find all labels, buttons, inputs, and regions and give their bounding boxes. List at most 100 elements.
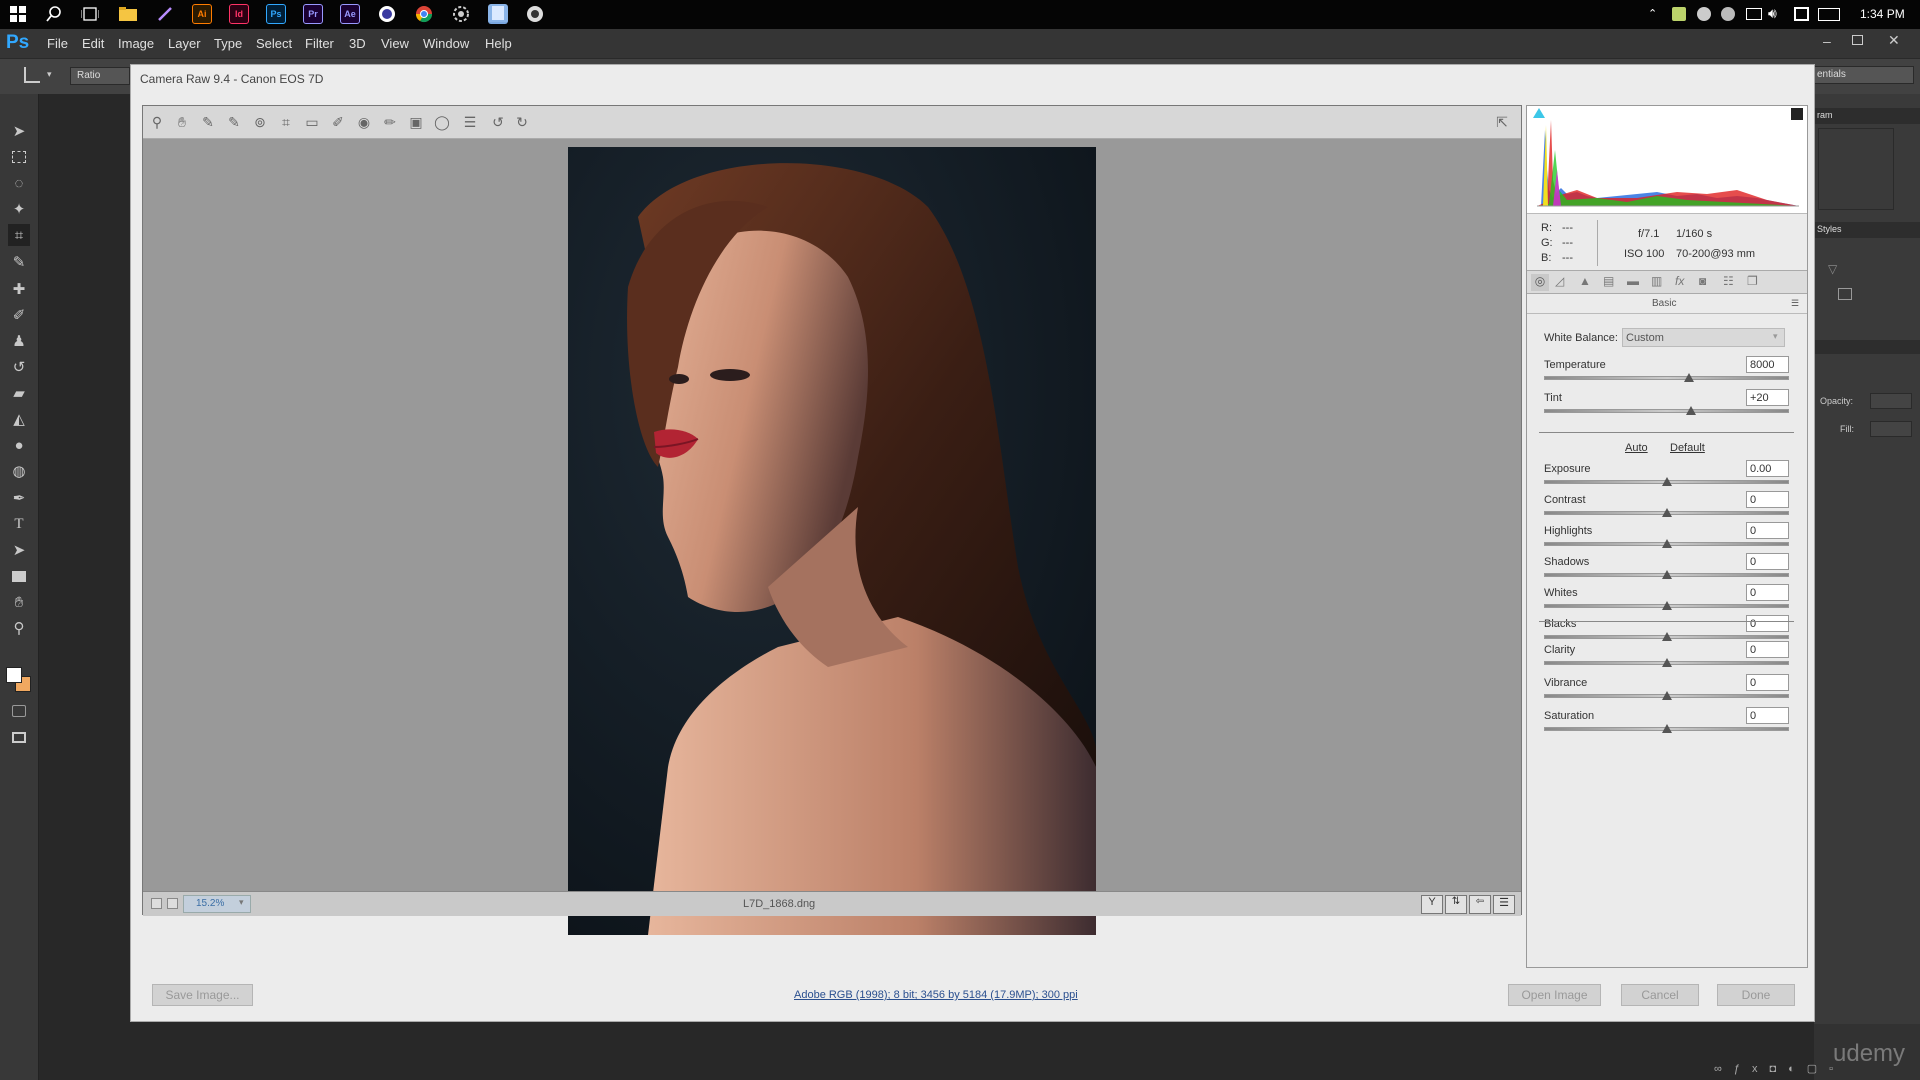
eyedropper-tool-icon[interactable]: ✎ <box>8 251 30 273</box>
tone-curve-tab-icon[interactable]: ◿ <box>1555 274 1564 288</box>
rotate-left-icon[interactable]: ↺ <box>489 113 507 131</box>
panel-tab-styles[interactable]: Styles <box>1814 222 1920 238</box>
blacks-value-field[interactable]: 0 <box>1746 615 1789 632</box>
search-icon[interactable] <box>44 4 64 24</box>
zoom-in-button[interactable] <box>167 898 178 909</box>
shadows-value-field[interactable]: 0 <box>1746 553 1789 570</box>
whites-value-field[interactable]: 0 <box>1746 584 1789 601</box>
screen-mode-icon[interactable] <box>8 726 30 748</box>
tint-slider-track[interactable] <box>1544 409 1789 413</box>
targeted-adjustment-tool-icon[interactable]: ⊚ <box>251 113 269 131</box>
notification-icon[interactable] <box>1794 7 1809 21</box>
contrast-value-field[interactable]: 0 <box>1746 491 1789 508</box>
task-view-icon[interactable] <box>80 4 100 24</box>
illustrator-icon[interactable]: Ai <box>192 4 212 24</box>
restore-button[interactable] <box>1852 35 1863 45</box>
adjustment-brush-icon[interactable]: ✏ <box>381 113 399 131</box>
before-after-toggle-icon[interactable]: Y <box>1421 895 1443 914</box>
hand-tool-icon[interactable]: ✋︎ <box>173 113 191 131</box>
file-explorer-icon[interactable] <box>118 4 138 24</box>
tool-preset-chevron-icon[interactable]: ▾ <box>47 69 52 80</box>
panel-menu-icon[interactable]: ☰ <box>1791 298 1799 309</box>
crop-tool-icon[interactable]: ⌗ <box>8 224 30 246</box>
rotate-right-icon[interactable]: ↻ <box>513 113 531 131</box>
copy-settings-icon[interactable]: ⇦ <box>1469 895 1491 914</box>
color-sampler-tool-icon[interactable]: ✎ <box>225 113 243 131</box>
menu-file[interactable]: File <box>47 36 68 51</box>
menu-view[interactable]: View <box>381 36 409 51</box>
after-effects-icon[interactable]: Ae <box>340 4 360 24</box>
workspace-dropdown[interactable]: entials <box>1814 66 1914 84</box>
windows-start-icon[interactable] <box>8 4 28 24</box>
opacity-field[interactable] <box>1870 393 1912 409</box>
tray-app-icon-3[interactable] <box>1721 7 1735 21</box>
menu-type[interactable]: Type <box>214 36 242 51</box>
brush-tool-icon[interactable]: ✐ <box>8 304 30 326</box>
detail-tab-icon[interactable]: ▲ <box>1579 274 1591 288</box>
basic-tab-icon[interactable]: ◎ <box>1531 274 1549 291</box>
volume-icon[interactable]: 🔊︎ <box>1768 5 1777 22</box>
pen-app-icon[interactable] <box>155 4 175 24</box>
indesign-icon[interactable]: Id <box>229 4 249 24</box>
tint-slider-thumb[interactable] <box>1686 406 1696 415</box>
clock-time[interactable]: 1:34 PM <box>1860 7 1905 21</box>
highlights-value-field[interactable]: 0 <box>1746 522 1789 539</box>
whites-slider-thumb[interactable] <box>1661 601 1672 610</box>
magic-wand-tool-icon[interactable]: ✦ <box>8 198 30 220</box>
crop-tool-icon[interactable]: ⌗ <box>277 113 295 131</box>
shadows-slider-thumb[interactable] <box>1661 570 1672 579</box>
temperature-slider-track[interactable] <box>1544 376 1789 380</box>
premiere-icon[interactable]: Pr <box>303 4 323 24</box>
camera-calibration-tab-icon[interactable]: ◙ <box>1699 274 1706 288</box>
lens-corrections-tab-icon[interactable]: ▥ <box>1651 274 1662 288</box>
history-brush-tool-icon[interactable]: ↺ <box>8 356 30 378</box>
close-button[interactable]: ✕ <box>1888 32 1900 49</box>
menu-edit[interactable]: Edit <box>82 36 104 51</box>
camera-icon[interactable] <box>525 4 545 24</box>
quick-mask-icon[interactable] <box>8 700 30 722</box>
hand-tool-icon[interactable]: ✋︎ <box>8 591 30 613</box>
dodge-tool-icon[interactable]: ◍ <box>8 460 30 482</box>
blur-tool-icon[interactable]: ● <box>8 434 30 456</box>
settings-icon[interactable] <box>451 4 471 24</box>
cancel-button[interactable]: Cancel <box>1621 984 1699 1006</box>
fill-field[interactable] <box>1870 421 1912 437</box>
presets-tab-icon[interactable]: ☷ <box>1723 274 1734 288</box>
straighten-tool-icon[interactable]: ▭ <box>303 113 321 131</box>
panel-tab-histogram[interactable]: ram <box>1814 108 1920 124</box>
paint-bucket-tool-icon[interactable]: ◭ <box>8 408 30 430</box>
lasso-tool-icon[interactable]: ◌ <box>8 172 30 194</box>
open-image-button[interactable]: Open Image <box>1508 984 1601 1006</box>
browser-icon[interactable] <box>377 4 397 24</box>
toggle-settings-icon[interactable]: ☰ <box>1493 895 1515 914</box>
fullscreen-toggle-icon[interactable]: ⇱ <box>1493 113 1511 131</box>
path-selection-tool-icon[interactable]: ➤ <box>8 539 30 561</box>
healing-brush-tool-icon[interactable]: ✚ <box>8 278 30 300</box>
exposure-slider-thumb[interactable] <box>1661 477 1672 486</box>
vibrance-slider-thumb[interactable] <box>1661 691 1672 700</box>
highlights-slider-thumb[interactable] <box>1661 539 1672 548</box>
spot-removal-tool-icon[interactable]: ✐ <box>329 113 347 131</box>
white-balance-tool-icon[interactable]: ✎ <box>199 113 217 131</box>
pen-tool-icon[interactable]: ✒ <box>8 487 30 509</box>
blacks-slider-thumb[interactable] <box>1661 632 1672 641</box>
foreground-color-swatch[interactable] <box>6 667 22 683</box>
preferences-icon[interactable]: ☰ <box>461 113 479 131</box>
notes-icon[interactable] <box>488 4 508 24</box>
effects-tab-icon[interactable]: fx <box>1675 274 1684 288</box>
tint-value-field[interactable]: +20 <box>1746 389 1789 406</box>
done-button[interactable]: Done <box>1717 984 1795 1006</box>
red-eye-tool-icon[interactable]: ◉ <box>355 113 373 131</box>
crop-tool-icon[interactable] <box>24 67 40 83</box>
menu-select[interactable]: Select <box>256 36 292 51</box>
menu-help[interactable]: Help <box>485 36 512 51</box>
menu-window[interactable]: Window <box>423 36 469 51</box>
chrome-icon[interactable] <box>414 4 434 24</box>
clarity-slider-thumb[interactable] <box>1661 658 1672 667</box>
auto-link[interactable]: Auto <box>1625 442 1648 454</box>
keyboard-icon[interactable] <box>1818 8 1840 21</box>
snapshots-tab-icon[interactable]: ❐ <box>1747 274 1758 288</box>
menu-3d[interactable]: 3D <box>349 36 366 51</box>
temperature-value-field[interactable]: 8000 <box>1746 356 1789 373</box>
split-toning-tab-icon[interactable]: ▬ <box>1627 274 1639 288</box>
